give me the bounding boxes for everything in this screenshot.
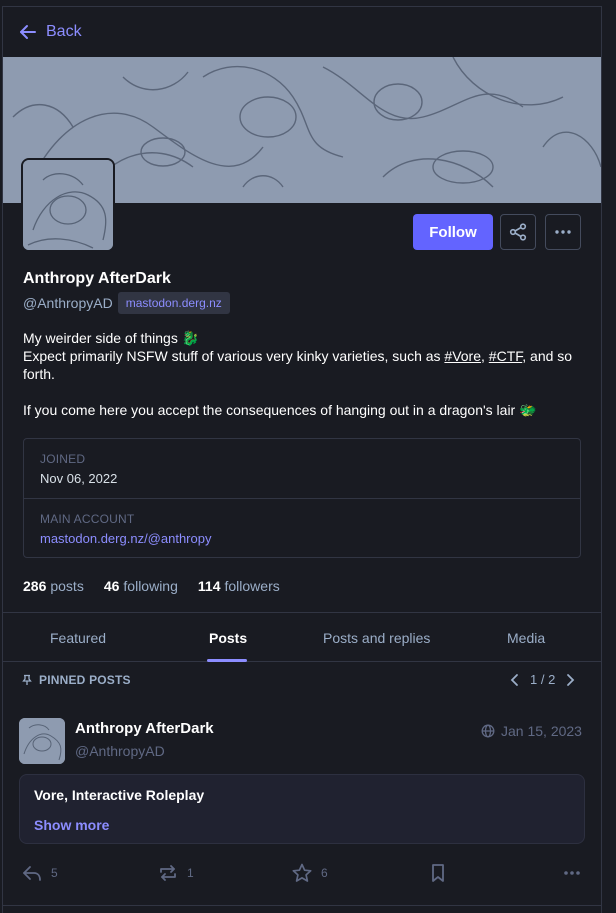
profile-handle: @AnthropyAD — [23, 295, 113, 311]
bookmark-icon — [432, 864, 444, 882]
bio-paragraph: If you come here you accept the conseque… — [23, 401, 583, 419]
posts-count-label: posts — [50, 578, 84, 594]
field-main-account: MAIN ACCOUNT mastodon.derg.nz/@anthropy — [24, 498, 580, 557]
active-tab-indicator — [207, 659, 247, 662]
following-count-label: following — [123, 578, 178, 594]
back-label: Back — [46, 23, 82, 40]
tab-posts[interactable]: Posts — [209, 613, 247, 662]
post-date[interactable]: Jan 15, 2023 — [481, 723, 582, 739]
pinned-pager: 1 / 2 — [508, 672, 577, 687]
following-count[interactable]: 46 following — [104, 578, 178, 594]
bio-paragraph: My weirder side of things 🐉 Expect prima… — [23, 329, 583, 383]
profile-counts: 286 posts 46 following 114 followers — [23, 578, 280, 594]
more-options-button[interactable] — [545, 214, 581, 250]
hashtag-ctf-link[interactable]: #CTF — [489, 348, 522, 364]
top-bar: Back — [3, 7, 601, 57]
profile-handle-row: @AnthropyAD mastodon.derg.nz — [23, 292, 230, 314]
bio-separator: , — [481, 348, 489, 364]
posts-count[interactable]: 286 posts — [23, 578, 84, 594]
post-author-name[interactable]: Anthropy AfterDark — [75, 720, 214, 737]
globe-icon — [481, 724, 495, 738]
pinned-posts-label: PINNED POSTS — [39, 673, 131, 687]
tab-posts-and-replies[interactable]: Posts and replies — [323, 613, 430, 662]
pin-icon — [22, 674, 32, 685]
favourite-count: 6 — [321, 866, 328, 880]
reply-count: 5 — [51, 866, 58, 880]
field-value: Nov 06, 2022 — [40, 471, 118, 486]
tab-featured[interactable]: Featured — [50, 613, 106, 662]
star-icon — [292, 863, 312, 882]
favourite-button[interactable]: 6 — [291, 859, 328, 887]
boost-count: 1 — [187, 866, 194, 880]
post-author-avatar[interactable] — [19, 718, 65, 764]
chevron-right-icon[interactable] — [563, 673, 577, 687]
bio-line-2-prefix: Expect primarily NSFW stuff of various v… — [23, 348, 445, 364]
post-date-text: Jan 15, 2023 — [501, 723, 582, 739]
bio-line-1: My weirder side of things 🐉 — [23, 330, 200, 346]
domain-badge[interactable]: mastodon.derg.nz — [117, 292, 230, 314]
hashtag-vore-link[interactable]: #Vore — [444, 348, 481, 364]
bio-line-3: If you come here you accept the conseque… — [23, 402, 537, 418]
following-count-number: 46 — [103, 578, 120, 594]
tab-media[interactable]: Media — [507, 613, 545, 662]
pinned-posts-header: PINNED POSTS — [21, 673, 131, 687]
pager-text: 1 / 2 — [530, 672, 556, 687]
field-label: MAIN ACCOUNT — [40, 512, 135, 526]
ellipsis-icon — [555, 230, 571, 234]
posts-count-number: 286 — [23, 578, 47, 594]
reply-button[interactable]: 5 — [21, 859, 58, 887]
back-button[interactable]: Back — [18, 22, 82, 42]
content-warning-text: Vore, Interactive Roleplay — [34, 787, 205, 803]
post-avatar-image — [19, 718, 65, 764]
boost-button[interactable]: 1 — [157, 859, 194, 887]
followers-count-label: followers — [224, 578, 280, 594]
main-account-link[interactable]: mastodon.derg.nz/@anthropy — [40, 531, 564, 546]
field-label: JOINED — [40, 452, 86, 466]
share-icon — [509, 223, 527, 241]
followers-count-number: 114 — [197, 578, 221, 594]
post-more-button[interactable] — [561, 859, 583, 887]
ellipsis-icon — [564, 871, 580, 875]
post-action-bar: 5 1 6 — [3, 859, 601, 889]
followers-count[interactable]: 114 followers — [198, 578, 280, 594]
profile-column: Back Follow Anthropy AfterDark @Anthropy… — [2, 6, 602, 913]
follow-button[interactable]: Follow — [413, 214, 493, 250]
content-warning-box: Vore, Interactive Roleplay Show more — [19, 774, 585, 844]
profile-avatar[interactable] — [21, 158, 115, 252]
field-joined: JOINED Nov 06, 2022 — [24, 439, 580, 498]
bookmark-button[interactable] — [427, 859, 449, 887]
share-button[interactable] — [500, 214, 536, 250]
profile-tabs: Featured Posts Posts and replies Media — [3, 612, 601, 662]
chevron-left-icon[interactable] — [508, 673, 522, 687]
arrow-left-icon — [20, 25, 36, 39]
post-divider — [3, 905, 601, 906]
avatar-image — [23, 160, 113, 250]
show-more-button[interactable]: Show more — [34, 817, 109, 833]
reply-icon — [23, 866, 41, 881]
boost-icon — [160, 865, 176, 881]
profile-display-name: Anthropy AfterDark — [23, 270, 171, 287]
profile-fields: JOINED Nov 06, 2022 MAIN ACCOUNT mastodo… — [23, 438, 581, 558]
post-author-handle: @AnthropyAD — [75, 743, 165, 759]
profile-bio: My weirder side of things 🐉 Expect prima… — [23, 329, 583, 437]
